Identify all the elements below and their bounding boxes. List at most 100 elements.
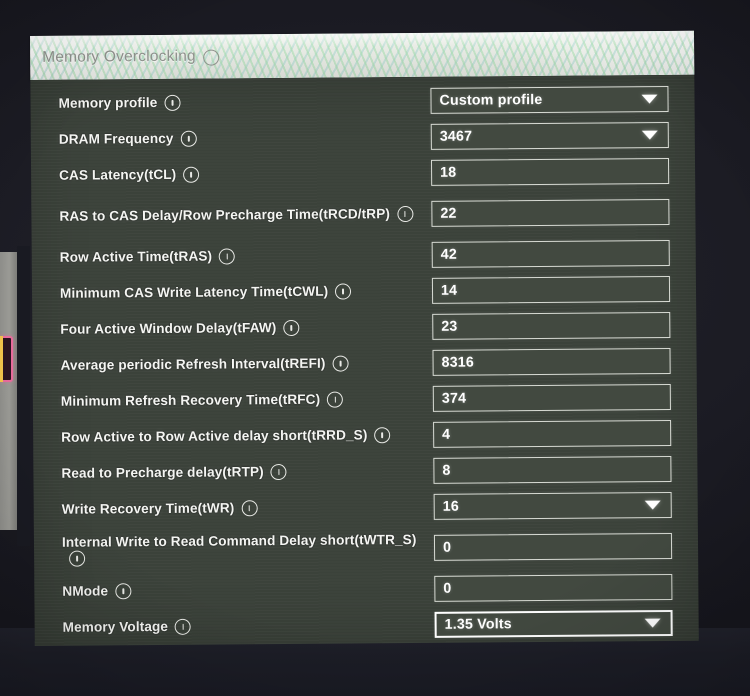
setting-label-text: Four Active Window Delay(tFAW) bbox=[60, 320, 277, 338]
info-icon[interactable] bbox=[283, 319, 300, 337]
setting-input-minimum-cas-write-latency-time-tcwl[interactable]: 14 bbox=[431, 275, 671, 304]
setting-input-ras-to-cas-delay-trcd-trp[interactable]: 22 bbox=[431, 198, 670, 227]
memory-overclocking-panel: Memory Overclocking Memory profile Custom… bbox=[30, 30, 699, 646]
setting-row-write-recovery-time-twr: Write Recovery Time(tWR) 16 bbox=[34, 487, 698, 528]
setting-label-cas-latency-tcl: CAS Latency(tCL) bbox=[59, 164, 431, 184]
setting-value: 0 bbox=[443, 580, 452, 597]
setting-input-minimum-refresh-recovery-time-trfc[interactable]: 374 bbox=[432, 383, 671, 412]
info-icon[interactable] bbox=[396, 205, 414, 222]
setting-value: 0 bbox=[442, 539, 452, 556]
setting-value: Custom profile bbox=[439, 91, 543, 109]
info-icon[interactable] bbox=[332, 355, 349, 372]
setting-row-memory-profile: Memory profile Custom profile bbox=[30, 81, 694, 122]
setting-row-read-to-precharge-delay-trtp: Read to Precharge delay(tRTP) 8 bbox=[33, 451, 697, 492]
background-window-highlight bbox=[0, 336, 13, 382]
info-icon[interactable] bbox=[219, 248, 236, 265]
setting-label-inline: CAS Latency(tCL) bbox=[59, 166, 200, 184]
setting-row-four-active-window-delay-tfaw: Four Active Window Delay(tFAW) 23 bbox=[32, 307, 696, 348]
setting-value: 3467 bbox=[439, 128, 473, 145]
info-icon[interactable] bbox=[174, 618, 192, 635]
setting-row-average-periodic-refresh-interval-trefi: Average periodic Refresh Interval(tREFI)… bbox=[32, 343, 696, 384]
setting-label-text: RAS to CAS Delay/Row Precharge Time(tRCD… bbox=[59, 206, 391, 225]
setting-row-dram-frequency: DRAM Frequency 3467 bbox=[31, 117, 695, 158]
setting-label-text: Memory Voltage bbox=[62, 619, 169, 636]
info-icon[interactable] bbox=[241, 500, 258, 517]
setting-label-text: DRAM Frequency bbox=[58, 131, 174, 148]
setting-label-inline: Average periodic Refresh Interval(tREFI) bbox=[61, 355, 349, 374]
info-icon[interactable] bbox=[115, 583, 132, 600]
setting-input-row-active-to-row-active-delay-short-trrd-s[interactable]: 4 bbox=[433, 419, 672, 448]
info-icon[interactable] bbox=[164, 94, 181, 111]
setting-value: 22 bbox=[440, 205, 457, 222]
setting-label-inline: Write Recovery Time(tWR) bbox=[62, 500, 258, 519]
chevron-down-icon[interactable] bbox=[641, 94, 658, 104]
setting-label-text: Memory profile bbox=[58, 95, 158, 112]
setting-label-minimum-refresh-recovery-time-trfc: Minimum Refresh Recovery Time(tRFC) bbox=[61, 390, 433, 410]
setting-label-dram-frequency: DRAM Frequency bbox=[59, 128, 431, 148]
setting-row-cas-latency-tcl: CAS Latency(tCL) 18 bbox=[31, 153, 695, 194]
setting-input-four-active-window-delay-tfaw[interactable]: 23 bbox=[432, 311, 671, 340]
setting-label-average-periodic-refresh-interval-trefi: Average periodic Refresh Interval(tREFI) bbox=[61, 354, 433, 374]
setting-label-inline: Minimum CAS Write Latency Time(tCWL) bbox=[59, 283, 352, 302]
setting-input-internal-write-to-read-command-delay-short-twtr-s[interactable]: 0 bbox=[433, 532, 673, 561]
setting-label-inline: Memory profile bbox=[58, 94, 181, 112]
setting-input-nmode[interactable]: 0 bbox=[434, 573, 673, 602]
title-info-icon[interactable] bbox=[202, 49, 219, 66]
setting-value: 8 bbox=[442, 462, 451, 479]
setting-label-row-active-time-tras: Row Active Time(tRAS) bbox=[60, 246, 432, 266]
setting-label-internal-write-to-read-command-delay-short-twtr-s: Internal Write to Read Command Delay sho… bbox=[62, 531, 434, 568]
setting-label-text: Minimum Refresh Recovery Time(tRFC) bbox=[60, 392, 321, 410]
setting-value: 42 bbox=[440, 246, 457, 263]
setting-label-text: NMode bbox=[62, 583, 109, 600]
setting-value: 4 bbox=[442, 426, 451, 443]
setting-label-text: Average periodic Refresh Interval(tREFI) bbox=[60, 356, 326, 374]
setting-input-read-to-precharge-delay-trtp[interactable]: 8 bbox=[433, 455, 672, 484]
setting-label-text: Read to Precharge delay(tRTP) bbox=[61, 464, 264, 482]
setting-input-cas-latency-tcl[interactable]: 18 bbox=[430, 157, 670, 186]
setting-label-ras-to-cas-delay-trcd-trp: RAS to CAS Delay/Row Precharge Time(tRCD… bbox=[59, 205, 431, 225]
setting-label-text: Internal Write to Read Command Delay sho… bbox=[61, 531, 417, 550]
setting-label-four-active-window-delay-tfaw: Four Active Window Delay(tFAW) bbox=[60, 318, 432, 338]
info-icon[interactable] bbox=[270, 463, 287, 481]
chevron-down-icon[interactable] bbox=[644, 618, 661, 628]
setting-row-row-active-time-tras: Row Active Time(tRAS) 42 bbox=[32, 235, 696, 276]
setting-label-minimum-cas-write-latency-time-tcwl: Minimum CAS Write Latency Time(tCWL) bbox=[60, 282, 432, 302]
setting-dropdown-dram-frequency[interactable]: 3467 bbox=[430, 121, 669, 150]
info-icon[interactable] bbox=[180, 130, 197, 147]
panel-header: Memory Overclocking bbox=[30, 30, 695, 80]
setting-dropdown-write-recovery-time-twr[interactable]: 16 bbox=[433, 491, 672, 520]
info-icon[interactable] bbox=[69, 550, 86, 567]
setting-dropdown-memory-profile[interactable]: Custom profile bbox=[430, 85, 669, 114]
info-icon[interactable] bbox=[335, 283, 352, 300]
info-icon[interactable] bbox=[374, 427, 391, 444]
chevron-down-icon[interactable] bbox=[641, 130, 658, 140]
info-icon[interactable] bbox=[183, 166, 200, 183]
setting-label-memory-voltage: Memory Voltage bbox=[63, 616, 435, 636]
setting-value: 16 bbox=[442, 498, 459, 515]
chevron-down-icon[interactable] bbox=[644, 500, 661, 510]
setting-label-write-recovery-time-twr: Write Recovery Time(tWR) bbox=[62, 498, 434, 518]
setting-input-row-active-time-tras[interactable]: 42 bbox=[431, 239, 670, 268]
setting-row-memory-voltage: Memory Voltage 1.35 Volts bbox=[35, 605, 699, 646]
setting-label-memory-profile: Memory profile bbox=[58, 92, 430, 112]
setting-row-row-active-to-row-active-delay-short-trrd-s: Row Active to Row Active delay short(tRR… bbox=[33, 415, 697, 456]
setting-label-inline: Four Active Window Delay(tFAW) bbox=[60, 319, 300, 338]
setting-label-text: Minimum CAS Write Latency Time(tCWL) bbox=[59, 284, 329, 302]
setting-label-inline: NMode bbox=[62, 583, 132, 601]
setting-dropdown-memory-voltage[interactable]: 1.35 Volts bbox=[434, 609, 673, 638]
setting-value: 374 bbox=[441, 390, 467, 407]
setting-label-nmode: NMode bbox=[62, 580, 434, 600]
setting-label-inline: Minimum Refresh Recovery Time(tRFC) bbox=[60, 391, 344, 410]
setting-label-text: Row Active to Row Active delay short(tRR… bbox=[61, 427, 368, 446]
setting-label-text: CAS Latency(tCL) bbox=[59, 167, 177, 184]
setting-label-inline: DRAM Frequency bbox=[59, 130, 197, 148]
setting-value: 23 bbox=[441, 318, 458, 335]
setting-label-inline: Row Active Time(tRAS) bbox=[60, 248, 236, 267]
setting-label-inline: Row Active to Row Active delay short(tRR… bbox=[61, 427, 391, 447]
setting-row-ras-to-cas-delay-trcd-trp: RAS to CAS Delay/Row Precharge Time(tRCD… bbox=[31, 189, 695, 240]
setting-row-nmode: NMode 0 bbox=[34, 569, 698, 610]
panel-body: Memory profile Custom profile DRAM Frequen… bbox=[30, 74, 699, 646]
setting-input-average-periodic-refresh-interval-trefi[interactable]: 8316 bbox=[432, 347, 671, 376]
setting-label-inline: Read to Precharge delay(tRTP) bbox=[61, 463, 287, 482]
info-icon[interactable] bbox=[327, 391, 344, 408]
